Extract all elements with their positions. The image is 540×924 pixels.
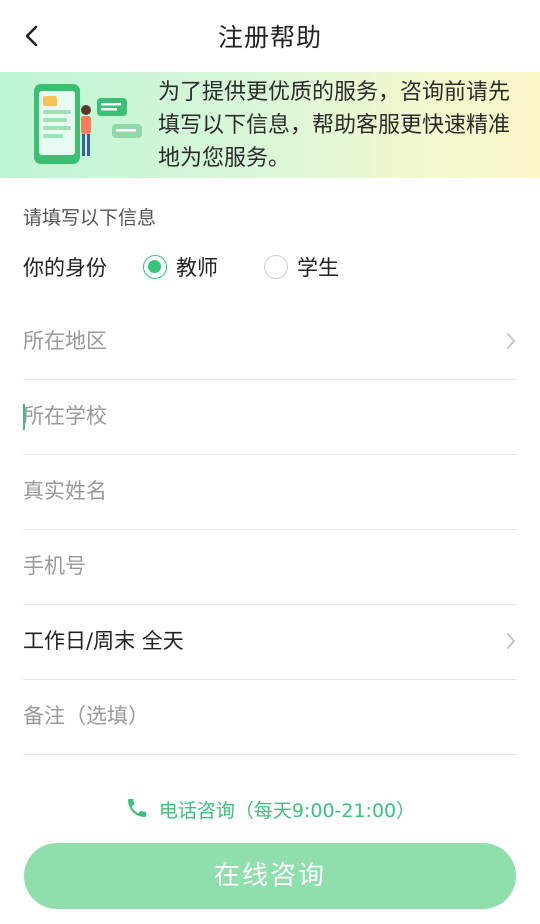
region-picker[interactable]: 所在地区 (23, 305, 517, 380)
info-banner: 为了提供更优质的服务，咨询前请先填写以下信息，帮助客服更快速精准地为您服务。 (0, 72, 540, 178)
app-header: 注册帮助 (0, 0, 540, 72)
phone-number-input[interactable]: 手机号 (23, 530, 517, 605)
phone-icon (127, 799, 146, 817)
real-name-input[interactable]: 真实姓名 (23, 455, 517, 530)
page-title: 注册帮助 (217, 23, 322, 52)
phone-consult-link[interactable]: 电话咨询（每天9:00-21:00） (125, 796, 415, 823)
radio-checked-icon (143, 255, 167, 279)
contact-time-value: 工作日/周末 全天 (23, 629, 184, 653)
real-name-placeholder: 真实姓名 (23, 479, 107, 503)
contact-time-picker[interactable]: 工作日/周末 全天 (23, 605, 517, 680)
online-consult-button[interactable]: 在线咨询 (24, 843, 516, 909)
school-input[interactable]: 所在学校 (23, 380, 517, 455)
customer-service-illustration (34, 84, 142, 164)
identity-label: 你的身份 (23, 256, 107, 280)
phone-number-placeholder: 手机号 (23, 554, 86, 578)
identity-selector: 你的身份 教师 学生 (23, 252, 523, 282)
phone-consult-label: 电话咨询（每天9:00-21:00） (158, 800, 416, 822)
region-placeholder: 所在地区 (23, 329, 107, 353)
radio-unchecked-icon (264, 255, 288, 279)
chevron-right-icon (507, 333, 515, 349)
phone-consult-row: 电话咨询（每天9:00-21:00） (0, 796, 540, 826)
chevron-right-icon (507, 633, 515, 649)
remark-input[interactable]: 备注（选填） (23, 680, 517, 755)
banner-text: 为了提供更优质的服务，咨询前请先填写以下信息，帮助客服更快速精准地为您服务。 (158, 80, 511, 171)
remark-placeholder: 备注（选填） (23, 704, 149, 728)
school-placeholder: 所在学校 (23, 404, 107, 428)
radio-student-label: 学生 (297, 256, 339, 280)
form-section-title: 请填写以下信息 (23, 207, 157, 229)
radio-teacher-label: 教师 (176, 256, 218, 280)
